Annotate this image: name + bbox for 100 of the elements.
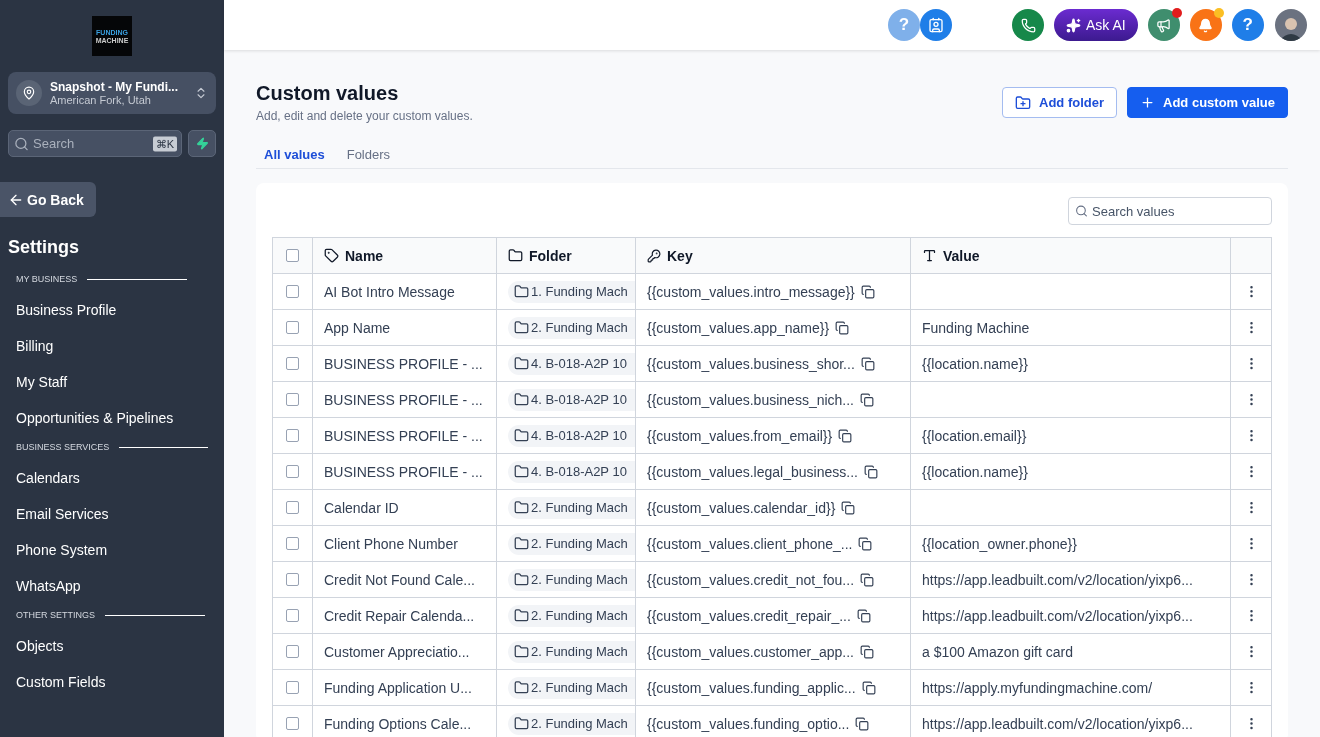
text-icon	[922, 248, 937, 263]
sidebar-item[interactable]: Billing	[0, 328, 224, 364]
row-checkbox[interactable]	[286, 645, 299, 658]
section-heading: MY BUSINESS	[16, 274, 78, 284]
column-header: Value	[911, 238, 1231, 274]
sidebar-item[interactable]: WhatsApp	[0, 568, 224, 604]
add-value-button[interactable]: Add custom value	[1127, 87, 1288, 118]
row-checkbox[interactable]	[286, 681, 299, 694]
folder-tag: 1. Funding Mach	[508, 280, 635, 303]
folder-icon	[508, 248, 523, 263]
go-back-button[interactable]: Go Back	[0, 182, 96, 217]
sidebar-item[interactable]: My Staff	[0, 364, 224, 400]
row-checkbox[interactable]	[286, 393, 299, 406]
sidebar-item[interactable]: Phone System	[0, 532, 224, 568]
key-text: {{custom_values.business_nich...	[647, 391, 854, 408]
column-header: Key	[636, 238, 911, 274]
table-cell: {{location.name}}	[911, 346, 1231, 382]
phone-icon	[1020, 17, 1036, 33]
row-checkbox[interactable]	[286, 429, 299, 442]
ask-ai-button[interactable]: Ask AI	[1054, 9, 1138, 41]
row-checkbox[interactable]	[286, 465, 299, 478]
folder-tag: 2. Funding Mach	[508, 568, 635, 591]
copy-icon[interactable]	[860, 572, 875, 587]
copy-icon[interactable]	[835, 320, 850, 335]
column-header: Name	[313, 238, 497, 274]
notification-button[interactable]	[1189, 9, 1222, 41]
account-name: Snapshot - My Fundi...	[50, 80, 179, 94]
folder-icon	[514, 536, 529, 551]
account-switcher[interactable]: Snapshot - My Fundi... American Fork, Utah	[8, 72, 216, 114]
page-title: Custom values	[256, 82, 400, 105]
row-checkbox[interactable]	[286, 717, 299, 730]
copy-icon[interactable]	[860, 356, 875, 371]
table-cell: BUSINESS PROFILE - ...	[313, 382, 497, 418]
sidebar-item[interactable]: Email Services	[0, 496, 224, 532]
key-text: {{custom_values.funding_optio...	[647, 715, 850, 732]
quick-action-button[interactable]	[188, 130, 216, 157]
table-cell: Client Phone Number	[313, 526, 497, 562]
key-text: {{custom_values.credit_not_fou...	[647, 571, 855, 588]
phone-button[interactable]	[1012, 9, 1044, 41]
table-cell: Credit Repair Calenda...	[313, 598, 497, 634]
key-text: {{custom_values.funding_applic...	[647, 679, 856, 696]
folder-icon	[514, 644, 529, 659]
folder-tag: 2. Funding Mach	[508, 316, 635, 339]
search-icon	[1075, 204, 1088, 218]
copy-icon[interactable]	[861, 680, 876, 695]
select-all-checkbox[interactable]	[286, 249, 299, 262]
folder-icon	[514, 320, 529, 335]
help-button[interactable]: ?	[1231, 9, 1264, 41]
sidebar-item[interactable]: Custom Fields	[0, 664, 224, 700]
notification-dot	[1213, 8, 1224, 18]
plus-icon	[1140, 95, 1156, 110]
folder-tag: 2. Funding Mach	[508, 676, 635, 699]
shortcut-hint: ⌘K	[152, 136, 177, 151]
copy-icon[interactable]	[860, 284, 875, 299]
folder-tag: 2. Funding Mach	[508, 712, 635, 735]
account-location: American Fork, Utah	[50, 94, 152, 106]
folder-icon	[514, 392, 529, 407]
row-checkbox[interactable]	[286, 501, 299, 514]
sidebar-item[interactable]: Opportunities & Pipelines	[0, 400, 224, 436]
column-header: Folder	[497, 238, 636, 274]
row-checkbox[interactable]	[286, 285, 299, 298]
row-checkbox[interactable]	[286, 609, 299, 622]
sidebar-item[interactable]: Calendars	[0, 460, 224, 496]
add-folder-button[interactable]: Add folder	[1002, 87, 1118, 118]
key-text: {{custom_values.legal_business...	[647, 463, 858, 480]
contact-card-button[interactable]	[920, 9, 952, 41]
section-heading: OTHER SETTINGS	[16, 610, 95, 620]
tab[interactable]: Folders	[338, 141, 399, 168]
table-cell: Credit Not Found Cale...	[313, 562, 497, 598]
user-avatar[interactable]	[1274, 9, 1307, 41]
tab[interactable]: All values	[256, 141, 333, 168]
notification-dot	[1171, 8, 1182, 18]
lightning-icon	[195, 137, 209, 150]
announcement-button[interactable]	[1147, 9, 1180, 41]
key-text: {{custom_values.credit_repair_...	[647, 607, 851, 624]
copy-icon[interactable]	[860, 392, 874, 407]
sidebar-item[interactable]: Business Profile	[0, 292, 224, 328]
row-checkbox[interactable]	[286, 321, 299, 334]
table-cell: BUSINESS PROFILE - ...	[313, 454, 497, 490]
copy-icon[interactable]	[838, 428, 853, 443]
sidebar-item[interactable]: Objects	[0, 628, 224, 664]
table-cell: BUSINESS PROFILE - ...	[313, 418, 497, 454]
key-text: {{custom_values.intro_message}}	[647, 283, 855, 300]
copy-icon[interactable]	[855, 716, 870, 731]
key-text: {{custom_values.client_phone_...	[647, 535, 853, 552]
copy-icon[interactable]	[858, 536, 873, 551]
folder-tag: 2. Funding Mach	[508, 532, 635, 555]
copy-icon[interactable]	[863, 464, 878, 479]
folder-icon	[514, 356, 529, 371]
key-text: {{custom_values.app_name}}	[647, 319, 830, 336]
table-cell: {{location.name}}	[911, 454, 1231, 490]
folder-tag: 4. B-018-A2P 10	[508, 388, 635, 411]
folder-tag: 4. B-018-A2P 10	[508, 460, 635, 483]
row-checkbox[interactable]	[286, 573, 299, 586]
row-checkbox[interactable]	[286, 537, 299, 550]
copy-icon[interactable]	[856, 608, 871, 623]
copy-icon[interactable]	[860, 644, 874, 659]
copy-icon[interactable]	[841, 500, 856, 515]
folder-tag: 2. Funding Mach	[508, 604, 635, 627]
row-checkbox[interactable]	[286, 357, 299, 370]
